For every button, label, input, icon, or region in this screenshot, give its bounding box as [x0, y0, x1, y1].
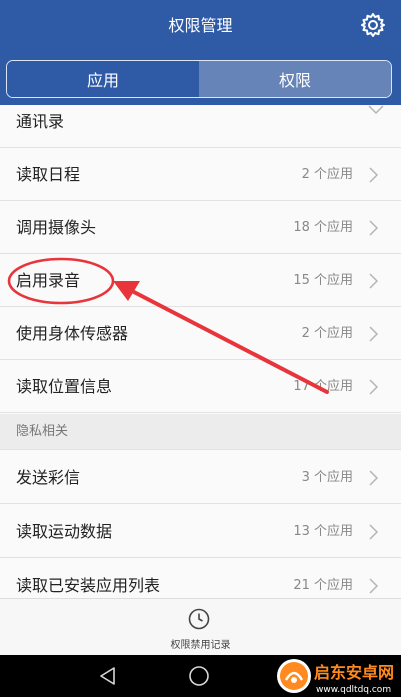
permission-row-body-sensors[interactable]: 使用身体传感器 2 个应用 [0, 307, 401, 360]
site-watermark: 启东安卓网 www.qdltdq.com [272, 656, 401, 697]
row-label: 通讯录 [16, 112, 65, 131]
row-label: 读取位置信息 [16, 377, 113, 396]
chevron-right-icon [369, 220, 379, 236]
permission-list: 通讯录 读取日程 2 个应用 调用摄像头 18 个应用 启用录音 15 个应用 … [0, 105, 401, 598]
app-count: 2 个应用 [301, 167, 353, 182]
section-label: 隐私相关 [16, 424, 69, 439]
row-label: 读取日程 [16, 165, 81, 184]
app-header: 权限管理 应用 权限 [0, 0, 401, 105]
row-label: 发送彩信 [16, 468, 81, 487]
clock-icon [188, 608, 210, 630]
permission-row-calendar[interactable]: 读取日程 2 个应用 [0, 148, 401, 201]
app-count: 13 个应用 [293, 524, 353, 539]
page-title: 权限管理 [168, 16, 233, 35]
home-icon[interactable] [188, 665, 210, 687]
app-count: 17 个应用 [293, 379, 353, 394]
watermark-title: 启东安卓网 [314, 663, 394, 682]
row-label: 读取已安装应用列表 [16, 576, 161, 595]
watermark-url: www.qdltdq.com [316, 685, 391, 695]
tab-apps-label: 应用 [86, 71, 119, 90]
app-count: 2 个应用 [301, 326, 353, 341]
back-icon[interactable] [98, 666, 118, 686]
disable-history-button[interactable]: 权限禁用记录 [0, 598, 401, 655]
tab-permissions-label: 权限 [278, 71, 311, 90]
section-header-privacy: 隐私相关 [0, 414, 401, 450]
permission-row-location[interactable]: 读取位置信息 17 个应用 [0, 360, 401, 413]
row-label: 使用身体传感器 [16, 324, 129, 343]
permission-row-contacts[interactable]: 通讯录 [0, 105, 401, 148]
chevron-right-icon [369, 470, 379, 486]
app-count: 18 个应用 [293, 220, 353, 235]
chevron-right-icon [369, 524, 379, 540]
gear-icon[interactable] [360, 12, 386, 38]
watermark-logo: 启东安卓网 www.qdltdq.com [277, 659, 394, 695]
tab-bar: 应用 权限 [6, 60, 392, 98]
row-label: 启用录音 [16, 271, 81, 290]
chevron-down-icon [368, 105, 384, 115]
row-label: 调用摄像头 [16, 218, 97, 237]
chevron-right-icon [369, 167, 379, 183]
permission-row-mms[interactable]: 发送彩信 3 个应用 [0, 451, 401, 504]
tab-permissions[interactable]: 权限 [199, 61, 391, 97]
chevron-right-icon [369, 379, 379, 395]
permission-row-motion-data[interactable]: 读取运动数据 13 个应用 [0, 505, 401, 558]
tab-apps[interactable]: 应用 [7, 61, 199, 97]
chevron-right-icon [369, 273, 379, 289]
permission-row-microphone[interactable]: 启用录音 15 个应用 [0, 254, 401, 307]
disable-history-label: 权限禁用记录 [170, 640, 231, 651]
row-label: 读取运动数据 [16, 522, 113, 541]
chevron-right-icon [369, 578, 379, 594]
app-count: 15 个应用 [293, 273, 353, 288]
app-count: 3 个应用 [301, 470, 353, 485]
permission-row-installed-apps[interactable]: 读取已安装应用列表 21 个应用 [0, 559, 401, 598]
app-count: 21 个应用 [293, 578, 353, 593]
permission-row-camera[interactable]: 调用摄像头 18 个应用 [0, 201, 401, 254]
chevron-right-icon [369, 326, 379, 342]
